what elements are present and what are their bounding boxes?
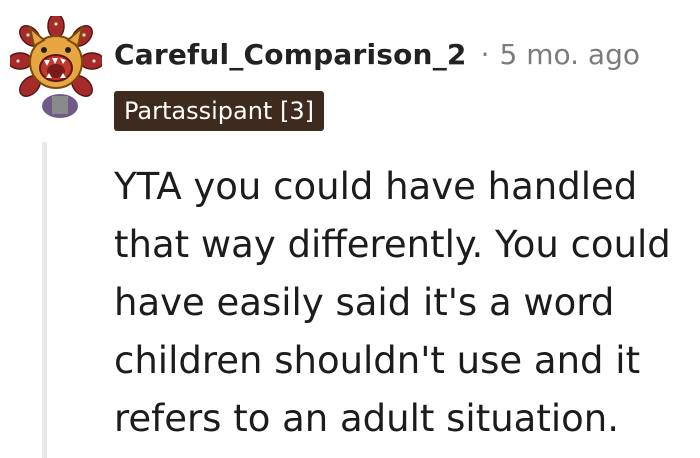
- comment-body: YTA you could have handled that way diff…: [114, 165, 671, 440]
- separator-dot: ·: [480, 37, 490, 71]
- user-flair: Partassipant [3]: [114, 91, 324, 131]
- dog-avatar-icon: [7, 13, 105, 118]
- comment: Careful_Comparison_2 · 5 mo. ago Partass…: [0, 0, 700, 458]
- thread-line[interactable]: [42, 142, 47, 458]
- username-link[interactable]: Careful_Comparison_2: [114, 38, 467, 71]
- user-avatar[interactable]: [7, 13, 105, 118]
- comment-header: Careful_Comparison_2 · 5 mo. ago: [114, 34, 640, 74]
- timestamp[interactable]: 5 mo. ago: [499, 38, 640, 71]
